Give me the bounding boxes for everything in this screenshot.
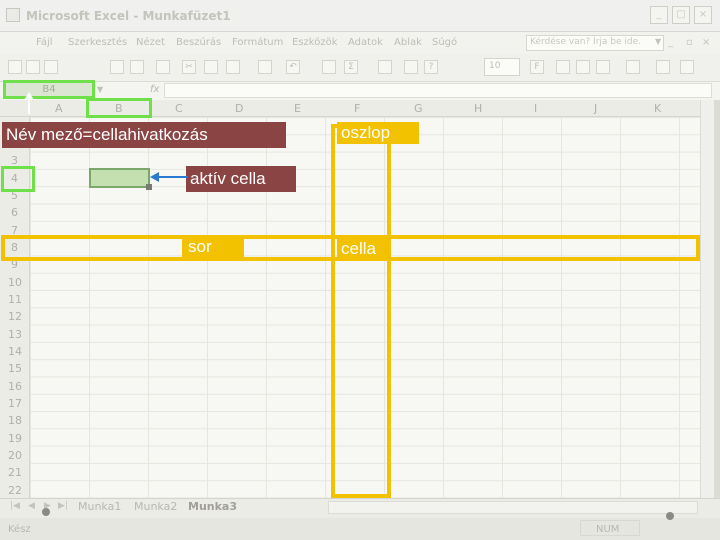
menu-data[interactable]: Adatok [348, 37, 383, 48]
align-left-icon[interactable] [556, 60, 570, 74]
status-ready: Kész [8, 524, 31, 535]
column-header[interactable]: A [55, 102, 63, 115]
fill-color-icon[interactable] [656, 60, 670, 74]
row-header[interactable]: 21 [8, 466, 22, 479]
menu-edit[interactable]: Szerkesztés [68, 37, 127, 48]
fill-handle[interactable] [146, 184, 152, 190]
column-label: oszlop [337, 122, 419, 144]
paste-icon[interactable] [226, 60, 240, 74]
column-header[interactable]: C [175, 102, 183, 115]
column-highlight [331, 124, 391, 498]
align-right-icon[interactable] [596, 60, 610, 74]
column-header[interactable]: G [414, 102, 423, 115]
name-box[interactable]: B4 [3, 80, 95, 99]
undo-icon[interactable]: ↶ [286, 60, 300, 74]
column-header[interactable]: I [534, 102, 537, 115]
preview-icon[interactable] [130, 60, 144, 74]
column-header[interactable]: J [594, 102, 597, 115]
sheet-tab-3[interactable]: Munka3 [188, 500, 237, 513]
spelling-icon[interactable] [156, 60, 170, 74]
arrow-left-icon [150, 172, 188, 182]
column-header[interactable]: D [235, 102, 243, 115]
slide-dot [666, 512, 674, 520]
sheet-tab-1[interactable]: Munka1 [78, 500, 121, 513]
column-header[interactable]: F [354, 102, 360, 115]
last-sheet-icon[interactable]: ▶| [58, 501, 68, 511]
help-search-input[interactable]: Kérdése van? Írja be ide. [526, 35, 664, 51]
name-box-label: Név mező=cellahivatkozás [2, 122, 286, 148]
row-header[interactable]: 20 [8, 449, 22, 462]
doc-restore-icon[interactable]: ▫ [686, 37, 693, 48]
row-header[interactable]: 12 [8, 310, 22, 323]
row-header[interactable]: 17 [8, 397, 22, 410]
column-header[interactable]: K [654, 102, 661, 115]
save-icon[interactable] [44, 60, 58, 74]
cell-label: cella [337, 238, 391, 260]
minimize-button[interactable]: _ [650, 6, 668, 24]
active-cell-b4[interactable] [89, 168, 150, 188]
row-header[interactable]: 11 [8, 293, 22, 306]
horizontal-scrollbar[interactable] [328, 501, 698, 514]
row-header[interactable]: 13 [8, 328, 22, 341]
menu-window[interactable]: Ablak [394, 37, 422, 48]
row-header[interactable]: 15 [8, 362, 22, 375]
row-header[interactable]: 18 [8, 414, 22, 427]
row-header[interactable]: 6 [11, 206, 18, 219]
chart-icon[interactable] [404, 60, 418, 74]
excel-window: Microsoft Excel - Munkafüzet1 _ □ × Fájl… [0, 0, 720, 540]
align-center-icon[interactable] [576, 60, 590, 74]
help-icon[interactable]: ? [424, 60, 438, 74]
menu-tools[interactable]: Eszközök [292, 37, 338, 48]
column-b-highlight [86, 98, 152, 118]
row-4-highlight [1, 166, 35, 192]
hyperlink-icon[interactable] [322, 60, 336, 74]
column-header[interactable]: E [294, 102, 301, 115]
chevron-down-icon[interactable]: ▼ [655, 37, 661, 46]
row-header[interactable]: 22 [8, 484, 22, 497]
menu-insert[interactable]: Beszúrás [176, 37, 221, 48]
close-button[interactable]: × [694, 6, 712, 24]
menu-view[interactable]: Nézet [136, 37, 165, 48]
maximize-button[interactable]: □ [672, 6, 690, 24]
menu-file[interactable]: Fájl [36, 37, 53, 48]
column-header[interactable]: H [474, 102, 482, 115]
name-box-dropdown-icon[interactable]: ▼ [97, 85, 103, 94]
open-icon[interactable] [26, 60, 40, 74]
row-header[interactable]: 10 [8, 276, 22, 289]
prev-sheet-icon[interactable]: ◀ [28, 501, 35, 511]
row-header[interactable]: 14 [8, 345, 22, 358]
copy-icon[interactable] [204, 60, 218, 74]
window-title: Microsoft Excel - Munkafüzet1 [26, 9, 231, 23]
new-file-icon[interactable] [8, 60, 22, 74]
row-header[interactable]: 19 [8, 432, 22, 445]
active-cell-label: aktív cella [186, 166, 296, 192]
sort-icon[interactable] [378, 60, 392, 74]
formula-input[interactable] [164, 83, 712, 98]
toolbar [0, 54, 720, 82]
cut-icon[interactable]: ✂ [182, 60, 196, 74]
font-color-icon[interactable] [680, 60, 694, 74]
sheet-tab-2[interactable]: Munka2 [134, 500, 177, 513]
doc-minimize-icon[interactable]: _ [668, 37, 673, 48]
format-painter-icon[interactable] [258, 60, 272, 74]
vertical-scrollbar[interactable] [700, 100, 714, 498]
slide-dot [42, 508, 50, 516]
row-header[interactable]: 16 [8, 380, 22, 393]
row-label: sor [182, 235, 244, 259]
doc-close-icon[interactable]: × [702, 37, 710, 48]
first-sheet-icon[interactable]: |◀ [10, 501, 20, 511]
menu-format[interactable]: Formátum [232, 37, 283, 48]
status-num: NUM [596, 524, 620, 535]
bold-icon[interactable]: F [530, 60, 544, 74]
excel-logo-icon [6, 8, 20, 22]
function-icon[interactable]: fx [150, 84, 159, 95]
menu-help[interactable]: Súgó [432, 37, 457, 48]
arrow-up-icon [24, 92, 34, 114]
borders-icon[interactable] [626, 60, 640, 74]
autosum-icon[interactable]: Σ [344, 60, 358, 74]
font-size-select[interactable]: 10 [484, 58, 520, 76]
print-icon[interactable] [110, 60, 124, 74]
